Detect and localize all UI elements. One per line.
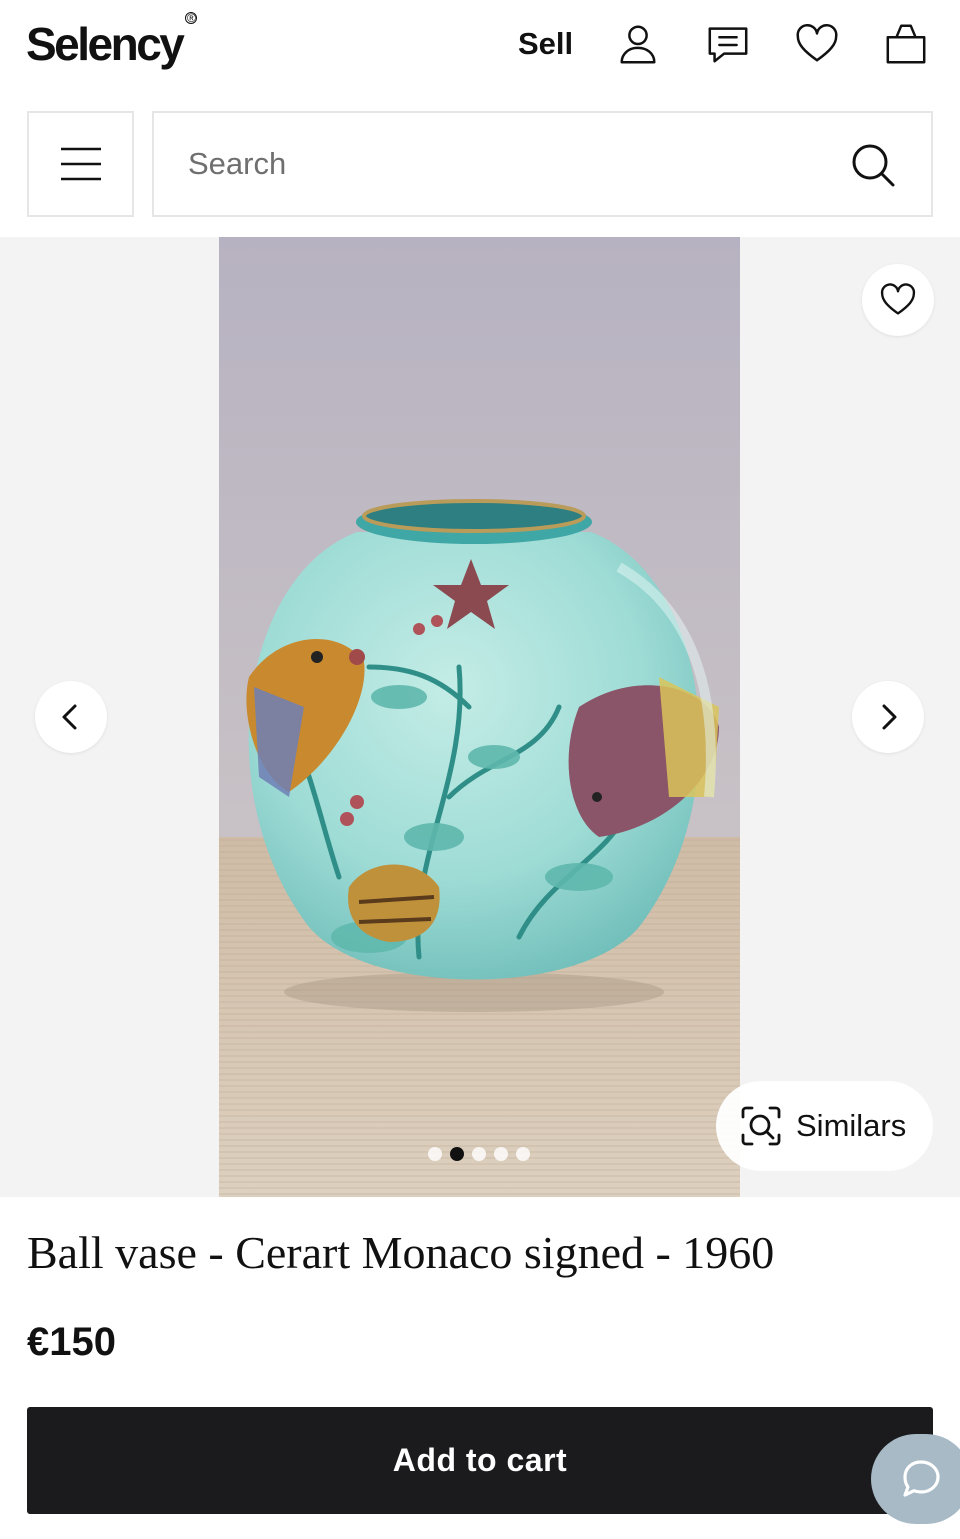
chat-bubble-icon: [903, 1460, 940, 1497]
menu-button[interactable]: [27, 111, 134, 217]
account-icon[interactable]: [614, 20, 662, 68]
registered-mark: ®: [185, 10, 198, 25]
search-bar: [152, 111, 933, 217]
add-to-favorites-button[interactable]: [862, 264, 934, 336]
previous-image-button[interactable]: [35, 681, 107, 753]
product-gallery[interactable]: Similars: [0, 237, 960, 1197]
add-to-cart-button[interactable]: Add to cart: [27, 1407, 933, 1514]
search-input[interactable]: [188, 141, 828, 187]
vase-image: [219, 237, 740, 1197]
chevron-left-icon: [62, 704, 77, 730]
sell-link[interactable]: Sell: [518, 26, 573, 62]
pagination-dot[interactable]: [516, 1147, 530, 1161]
chat-button[interactable]: [871, 1434, 960, 1524]
messages-icon[interactable]: [704, 20, 752, 68]
next-image-button[interactable]: [852, 681, 924, 753]
site-header: Selency® Sell: [0, 0, 960, 90]
product-photo[interactable]: [219, 237, 740, 1197]
similars-button[interactable]: Similars: [716, 1081, 933, 1171]
product-price: €150: [27, 1320, 116, 1364]
cart-icon[interactable]: [882, 20, 930, 68]
visual-search-icon: [741, 1106, 781, 1146]
chevron-right-icon: [882, 704, 897, 730]
pagination-dot[interactable]: [494, 1147, 508, 1161]
selency-logo[interactable]: Selency®: [26, 10, 198, 74]
hamburger-icon: [60, 147, 101, 181]
pagination-dot[interactable]: [472, 1147, 486, 1161]
favorites-icon[interactable]: [793, 20, 841, 68]
logo-text: Selency: [26, 18, 185, 70]
product-title: Ball vase - Cerart Monaco signed - 1960: [27, 1227, 775, 1278]
pagination-dot[interactable]: [428, 1147, 442, 1161]
search-icon[interactable]: [849, 141, 897, 189]
gallery-pagination: [428, 1147, 530, 1161]
pagination-dot-active[interactable]: [450, 1147, 464, 1161]
heart-icon: [880, 283, 916, 315]
similars-label: Similars: [796, 1108, 907, 1143]
